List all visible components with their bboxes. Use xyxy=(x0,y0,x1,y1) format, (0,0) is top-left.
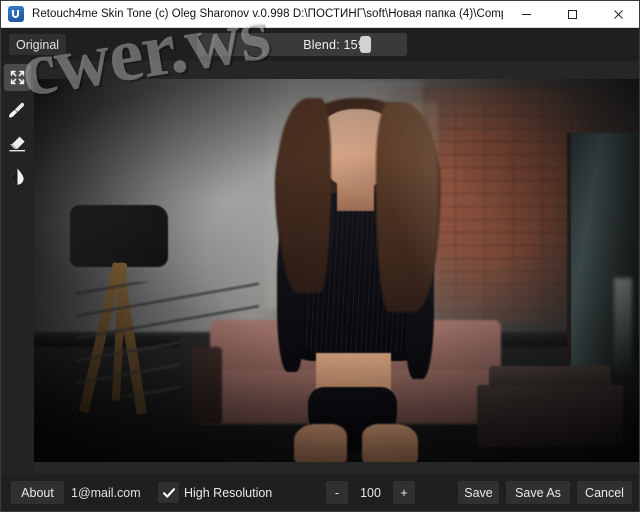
photo-mirror-glow xyxy=(613,278,632,378)
photo-tripod-head xyxy=(70,205,168,267)
photo-subject xyxy=(253,87,459,462)
maximize-button[interactable] xyxy=(549,1,595,27)
save-label: Save xyxy=(464,485,493,500)
photo-preview[interactable] xyxy=(34,79,639,462)
save-as-button[interactable]: Save As xyxy=(506,481,570,504)
zoom-in-label: + xyxy=(400,485,408,500)
photo-suitcase xyxy=(477,385,623,447)
eraser-icon xyxy=(9,136,25,152)
about-label: About xyxy=(21,485,54,500)
control-strip: Original Blend: 159 xyxy=(1,28,639,61)
window-title: Retouch4me Skin Tone (c) Oleg Sharonov v… xyxy=(32,8,503,20)
minimize-button[interactable] xyxy=(503,1,549,27)
cancel-label: Cancel xyxy=(585,485,624,500)
zoom-level-value[interactable]: 100 xyxy=(353,481,388,504)
minimize-icon xyxy=(521,13,531,15)
eraser-tool[interactable] xyxy=(4,130,31,157)
save-button[interactable]: Save xyxy=(458,481,499,504)
zoom-out-label: - xyxy=(334,485,340,500)
photo-subject-hair-strand xyxy=(277,97,331,294)
expand-arrows-icon xyxy=(10,70,25,85)
maximize-icon xyxy=(567,9,577,19)
brush-tool[interactable] xyxy=(4,97,31,124)
tool-rail xyxy=(1,61,34,476)
blend-slider-handle[interactable] xyxy=(360,36,371,53)
high-resolution-label: High Resolution xyxy=(184,485,273,500)
bottom-toolbar: About 1@mail.com High Resolution - 100 +… xyxy=(1,474,639,511)
original-toggle-button[interactable]: Original xyxy=(9,34,67,55)
blend-value-label: Blend: 159 xyxy=(303,37,365,52)
title-bar: Retouch4me Skin Tone (c) Oleg Sharonov v… xyxy=(1,1,639,28)
image-canvas[interactable] xyxy=(1,61,639,476)
photo-couch-arm xyxy=(191,347,223,424)
photo-subject-thigh xyxy=(361,424,418,462)
contrast-drop-icon xyxy=(11,168,24,185)
retouch4me-app-icon xyxy=(8,6,24,22)
app-window: Retouch4me Skin Tone (c) Oleg Sharonov v… xyxy=(0,0,640,512)
close-icon xyxy=(613,9,623,19)
photo-rim-light xyxy=(376,101,439,365)
blend-slider[interactable]: Blend: 159 xyxy=(197,33,407,56)
account-email: 1@mail.com xyxy=(71,485,141,500)
checkmark-icon xyxy=(162,487,175,498)
close-button[interactable] xyxy=(595,1,639,27)
contrast-tool[interactable] xyxy=(4,163,31,190)
zoom-out-button[interactable]: - xyxy=(326,481,348,504)
save-as-label: Save As xyxy=(515,485,561,500)
fit-to-screen-tool[interactable] xyxy=(4,64,31,91)
cancel-button[interactable]: Cancel xyxy=(577,481,632,504)
zoom-in-button[interactable]: + xyxy=(393,481,415,504)
original-label: Original xyxy=(16,37,60,52)
about-button[interactable]: About xyxy=(11,481,64,504)
high-resolution-checkbox[interactable] xyxy=(158,482,179,503)
brush-icon xyxy=(9,102,25,118)
photo-subject-thigh xyxy=(293,424,348,462)
